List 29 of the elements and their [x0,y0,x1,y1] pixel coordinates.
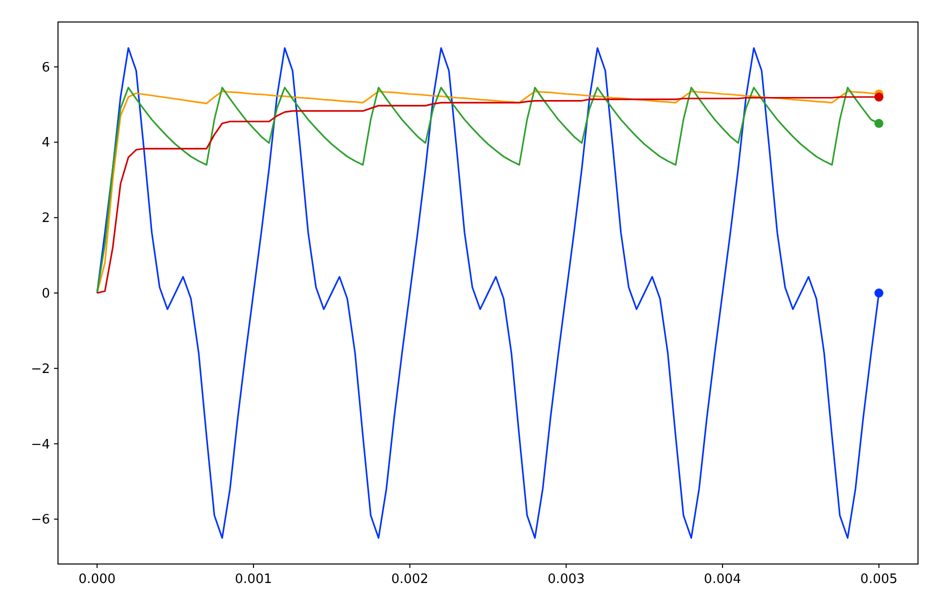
tick-mark [96,564,98,568]
end-point-marker [874,118,884,128]
tick-mark [54,368,58,369]
y-tick-label: 6 [42,60,50,76]
tick-mark [566,564,567,568]
y-tick-label: −6 [30,512,50,528]
tick-mark [878,564,880,568]
tick-mark [54,292,58,294]
x-tick-label: 0.005 [860,572,898,587]
tick-mark [54,66,58,68]
tick-mark [54,443,58,444]
x-tick-label: 0.001 [234,572,272,587]
y-tick-label: 0 [42,286,50,302]
x-tick-label: 0.002 [391,572,428,587]
x-tick-label: 0.003 [548,572,585,587]
tick-mark [252,564,254,568]
y-tick-label: −4 [30,437,50,452]
end-point-marker [874,288,884,298]
y-tick-label: −2 [30,362,50,377]
tick-mark [54,518,58,520]
x-tick-label: 0.004 [704,572,742,587]
tick-mark [722,564,724,568]
tick-mark [409,564,410,568]
end-point-marker [874,92,884,102]
x-tick-label: 0.000 [78,572,116,587]
y-tick-label: 4 [42,136,50,151]
y-tick-label: 2 [42,211,50,226]
tick-mark [54,217,58,218]
tick-mark [54,142,58,143]
